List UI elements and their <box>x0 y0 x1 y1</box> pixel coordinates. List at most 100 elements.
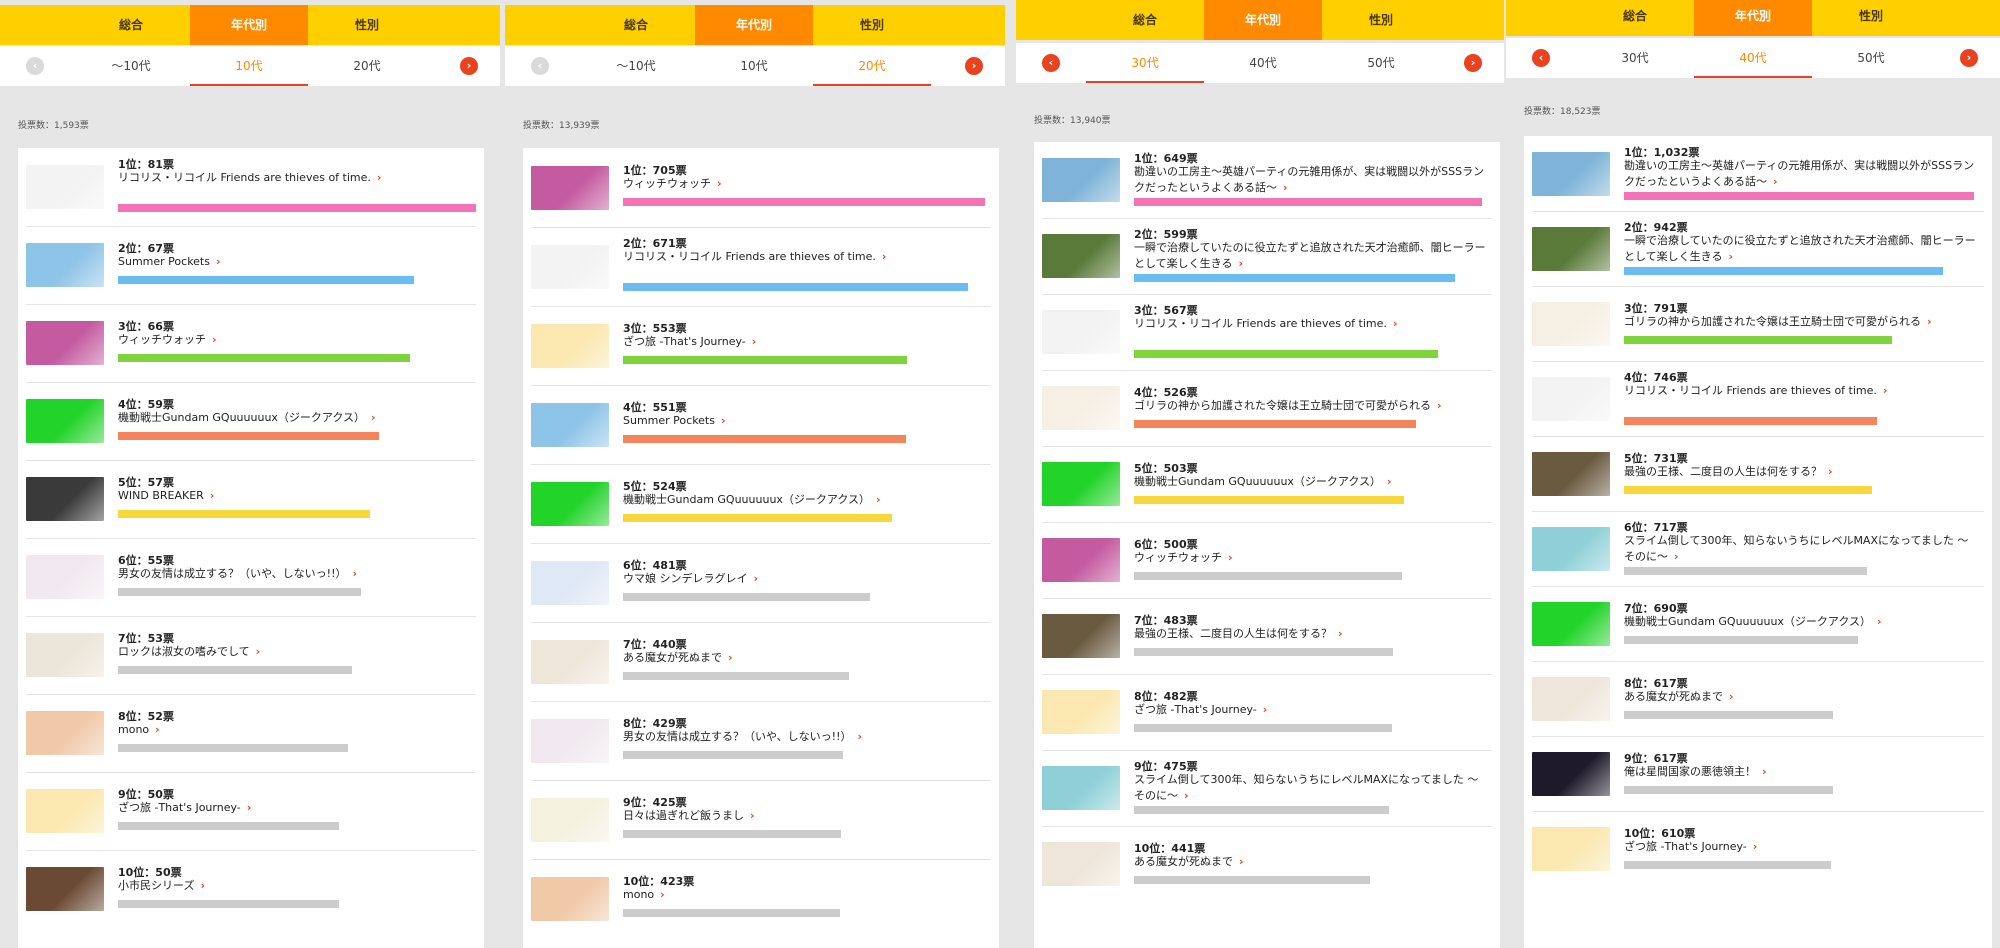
subtab-age[interactable]: 40代 <box>1694 38 1812 78</box>
anime-thumbnail[interactable] <box>26 477 104 521</box>
anime-thumbnail[interactable] <box>1532 226 1610 271</box>
anime-title[interactable]: ウィッチウォッチ › <box>623 176 985 192</box>
anime-title[interactable]: 男女の友情は成立する？（いや、しないっ!!） › <box>118 566 470 582</box>
anime-title[interactable]: 小市民シリーズ › <box>118 878 470 894</box>
subtab-age[interactable]: 10代 <box>695 46 813 86</box>
prev-arrow-icon[interactable]: ‹ <box>1042 54 1060 72</box>
anime-thumbnail[interactable] <box>1042 842 1120 886</box>
next-arrow-icon[interactable]: › <box>1464 54 1482 72</box>
list-item[interactable]: 1位：1,032票 勘違いの工房主〜英雄パーティの元雑用係が、実は戦闘以外がSSS… <box>1532 136 1984 212</box>
tab-overall[interactable]: 総合 <box>1576 0 1694 36</box>
list-item[interactable]: 8位：52票 mono › <box>26 694 476 773</box>
anime-title[interactable]: リコリス・リコイル Friends are thieves of time. › <box>1624 383 1978 399</box>
subtab-age[interactable]: 20代 <box>308 46 426 86</box>
anime-title[interactable]: スライム倒して300年、知らないうちにレベルMAXになってました 〜そのに〜 › <box>1134 772 1486 804</box>
anime-thumbnail[interactable] <box>26 165 104 209</box>
list-item[interactable]: 3位：567票 リコリス・リコイル Friends are thieves of … <box>1042 294 1492 371</box>
anime-title[interactable]: ゴリラの神から加護された令嬢は王立騎士団で可愛がられる › <box>1624 314 1978 330</box>
tab-overall[interactable]: 総合 <box>1086 0 1204 40</box>
subtab-age[interactable]: 30代 <box>1086 43 1204 83</box>
tab-age[interactable]: 年代別 <box>1204 0 1322 40</box>
anime-title[interactable]: ざつ旅 -That's Journey- › <box>623 334 985 350</box>
subtab-age[interactable]: 〜10代 <box>577 46 695 86</box>
anime-title[interactable]: 最強の王様、二度目の人生は何をする？ › <box>1624 464 1978 480</box>
list-item[interactable]: 6位：500票 ウィッチウォッチ › <box>1042 522 1492 599</box>
next-arrow-icon[interactable]: › <box>965 57 983 75</box>
list-item[interactable]: 4位：746票 リコリス・リコイル Friends are thieves of … <box>1532 361 1984 437</box>
list-item[interactable]: 7位：53票 ロックは淑女の嗜みでして › <box>26 616 476 695</box>
anime-title[interactable]: mono › <box>118 722 470 738</box>
list-item[interactable]: 8位：429票 男女の友情は成立する？（いや、しないっ!!） › <box>531 701 991 781</box>
list-item[interactable]: 5位：524票 機動戦士Gundam GQuuuuuux（ジークアクス） › <box>531 464 991 544</box>
subtab-age[interactable]: 〜10代 <box>72 46 190 86</box>
anime-thumbnail[interactable] <box>531 797 609 842</box>
anime-thumbnail[interactable] <box>1042 462 1120 506</box>
anime-title[interactable]: 一瞬で治療していたのに役立たずと追放された天才治癒師、闇ヒーラーとして楽しく生き… <box>1624 233 1978 265</box>
prev-arrow-icon[interactable]: ‹ <box>26 57 44 75</box>
list-item[interactable]: 6位：717票 スライム倒して300年、知らないうちにレベルMAXになってました … <box>1532 511 1984 587</box>
anime-thumbnail[interactable] <box>26 633 104 677</box>
list-item[interactable]: 1位：81票 リコリス・リコイル Friends are thieves of t… <box>26 148 476 227</box>
list-item[interactable]: 4位：526票 ゴリラの神から加護された令嬢は王立騎士団で可愛がられる › <box>1042 370 1492 447</box>
subtab-age[interactable]: 30代 <box>1576 38 1694 78</box>
anime-title[interactable]: 俺は星間国家の悪徳領主！ › <box>1624 764 1978 780</box>
prev-arrow-icon[interactable]: ‹ <box>531 57 549 75</box>
anime-thumbnail[interactable] <box>531 560 609 605</box>
anime-title[interactable]: ウィッチウォッチ › <box>1134 550 1486 566</box>
list-item[interactable]: 8位：482票 ざつ旅 -That's Journey- › <box>1042 674 1492 751</box>
anime-title[interactable]: 機動戦士Gundam GQuuuuuux（ジークアクス） › <box>623 492 985 508</box>
anime-thumbnail[interactable] <box>26 711 104 755</box>
anime-title[interactable]: 機動戦士Gundam GQuuuuuux（ジークアクス） › <box>118 410 470 426</box>
list-item[interactable]: 10位：423票 mono › <box>531 859 991 938</box>
anime-thumbnail[interactable] <box>531 876 609 921</box>
anime-thumbnail[interactable] <box>1042 234 1120 278</box>
anime-title[interactable]: ロックは淑女の嗜みでして › <box>118 644 470 660</box>
list-item[interactable]: 9位：425票 日々は過ぎれど飯うまし › <box>531 780 991 860</box>
anime-thumbnail[interactable] <box>1532 376 1610 421</box>
anime-title[interactable]: リコリス・リコイル Friends are thieves of time. › <box>623 249 985 265</box>
list-item[interactable]: 2位：599票 一瞬で治療していたのに役立たずと追放された天才治癒師、闇ヒーラーと… <box>1042 218 1492 295</box>
list-item[interactable]: 2位：67票 Summer Pockets › <box>26 226 476 305</box>
anime-thumbnail[interactable] <box>531 718 609 763</box>
anime-title[interactable]: Summer Pockets › <box>118 254 470 270</box>
anime-title[interactable]: 勘違いの工房主〜英雄パーティの元雑用係が、実は戦闘以外がSSSランクだったという… <box>1624 158 1978 190</box>
list-item[interactable]: 4位：551票 Summer Pockets › <box>531 385 991 465</box>
subtab-age[interactable]: 40代 <box>1204 43 1322 83</box>
anime-thumbnail[interactable] <box>1042 690 1120 734</box>
anime-thumbnail[interactable] <box>1532 601 1610 646</box>
anime-thumbnail[interactable] <box>1042 766 1120 810</box>
anime-title[interactable]: ある魔女が死ぬまで › <box>1134 854 1486 870</box>
anime-thumbnail[interactable] <box>531 402 609 447</box>
tab-age[interactable]: 年代別 <box>695 5 813 45</box>
list-item[interactable]: 9位：617票 俺は星間国家の悪徳領主！ › <box>1532 736 1984 812</box>
anime-title[interactable]: スライム倒して300年、知らないうちにレベルMAXになってました 〜そのに〜 › <box>1624 533 1978 565</box>
list-item[interactable]: 5位：57票 WIND BREAKER › <box>26 460 476 539</box>
anime-title[interactable]: ウィッチウォッチ › <box>118 332 470 348</box>
anime-title[interactable]: ある魔女が死ぬまで › <box>1624 689 1978 705</box>
anime-thumbnail[interactable] <box>531 244 609 289</box>
anime-thumbnail[interactable] <box>26 555 104 599</box>
tab-gender[interactable]: 性別 <box>1322 0 1440 40</box>
list-item[interactable]: 10位：50票 小市民シリーズ › <box>26 850 476 928</box>
anime-title[interactable]: ざつ旅 -That's Journey- › <box>118 800 470 816</box>
anime-thumbnail[interactable] <box>1042 538 1120 582</box>
anime-thumbnail[interactable] <box>531 481 609 526</box>
list-item[interactable]: 8位：617票 ある魔女が死ぬまで › <box>1532 661 1984 737</box>
anime-title[interactable]: ウマ娘 シンデレラグレイ › <box>623 571 985 587</box>
anime-title[interactable]: Summer Pockets › <box>623 413 985 429</box>
tab-overall[interactable]: 総合 <box>72 5 190 45</box>
anime-title[interactable]: 機動戦士Gundam GQuuuuuux（ジークアクス） › <box>1134 474 1486 490</box>
anime-title[interactable]: 勘違いの工房主〜英雄パーティの元雑用係が、実は戦闘以外がSSSランクだったという… <box>1134 164 1486 196</box>
anime-thumbnail[interactable] <box>26 399 104 443</box>
anime-thumbnail[interactable] <box>531 639 609 684</box>
list-item[interactable]: 5位：731票 最強の王様、二度目の人生は何をする？ › <box>1532 436 1984 512</box>
anime-thumbnail[interactable] <box>531 323 609 368</box>
anime-title[interactable]: WIND BREAKER › <box>118 488 470 504</box>
tab-gender[interactable]: 性別 <box>1812 0 1930 36</box>
list-item[interactable]: 2位：671票 リコリス・リコイル Friends are thieves of … <box>531 227 991 307</box>
list-item[interactable]: 3位：791票 ゴリラの神から加護された令嬢は王立騎士団で可愛がられる › <box>1532 286 1984 362</box>
tab-gender[interactable]: 性別 <box>308 5 426 45</box>
anime-title[interactable]: 機動戦士Gundam GQuuuuuux（ジークアクス） › <box>1624 614 1978 630</box>
list-item[interactable]: 2位：942票 一瞬で治療していたのに役立たずと追放された天才治癒師、闇ヒーラーと… <box>1532 211 1984 287</box>
anime-thumbnail[interactable] <box>1532 751 1610 796</box>
